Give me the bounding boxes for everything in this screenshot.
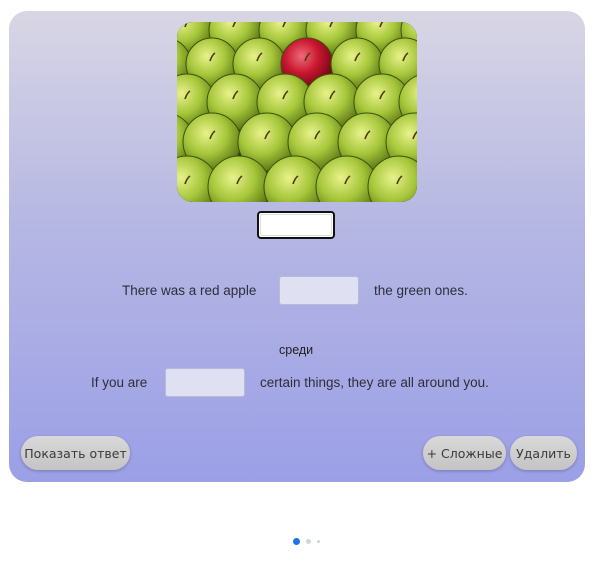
exercise-card: There was a red apple the green ones. ср… xyxy=(9,11,585,482)
show-answer-button[interactable]: Показать ответ xyxy=(21,436,130,470)
add-hard-button[interactable]: + Сложные xyxy=(423,436,506,470)
page-dot-2[interactable] xyxy=(306,539,311,544)
sentence1-blank[interactable] xyxy=(279,276,359,305)
sentence2-after: certain things, they are all around you. xyxy=(260,375,489,390)
sentence2-blank[interactable] xyxy=(165,368,245,397)
apples-image xyxy=(177,22,417,202)
sentence1-after: the green ones. xyxy=(374,283,468,298)
answer-input[interactable] xyxy=(257,211,335,239)
sentence2-before: If you are xyxy=(91,375,148,390)
sentence1-before: There was a red apple xyxy=(122,283,257,298)
page-dot-3[interactable] xyxy=(317,540,320,543)
pagination-dots xyxy=(293,538,320,545)
delete-button[interactable]: Удалить xyxy=(510,436,577,470)
hint-word: среди xyxy=(279,343,314,357)
apple-photo xyxy=(177,22,417,202)
page-dot-1[interactable] xyxy=(293,538,300,545)
